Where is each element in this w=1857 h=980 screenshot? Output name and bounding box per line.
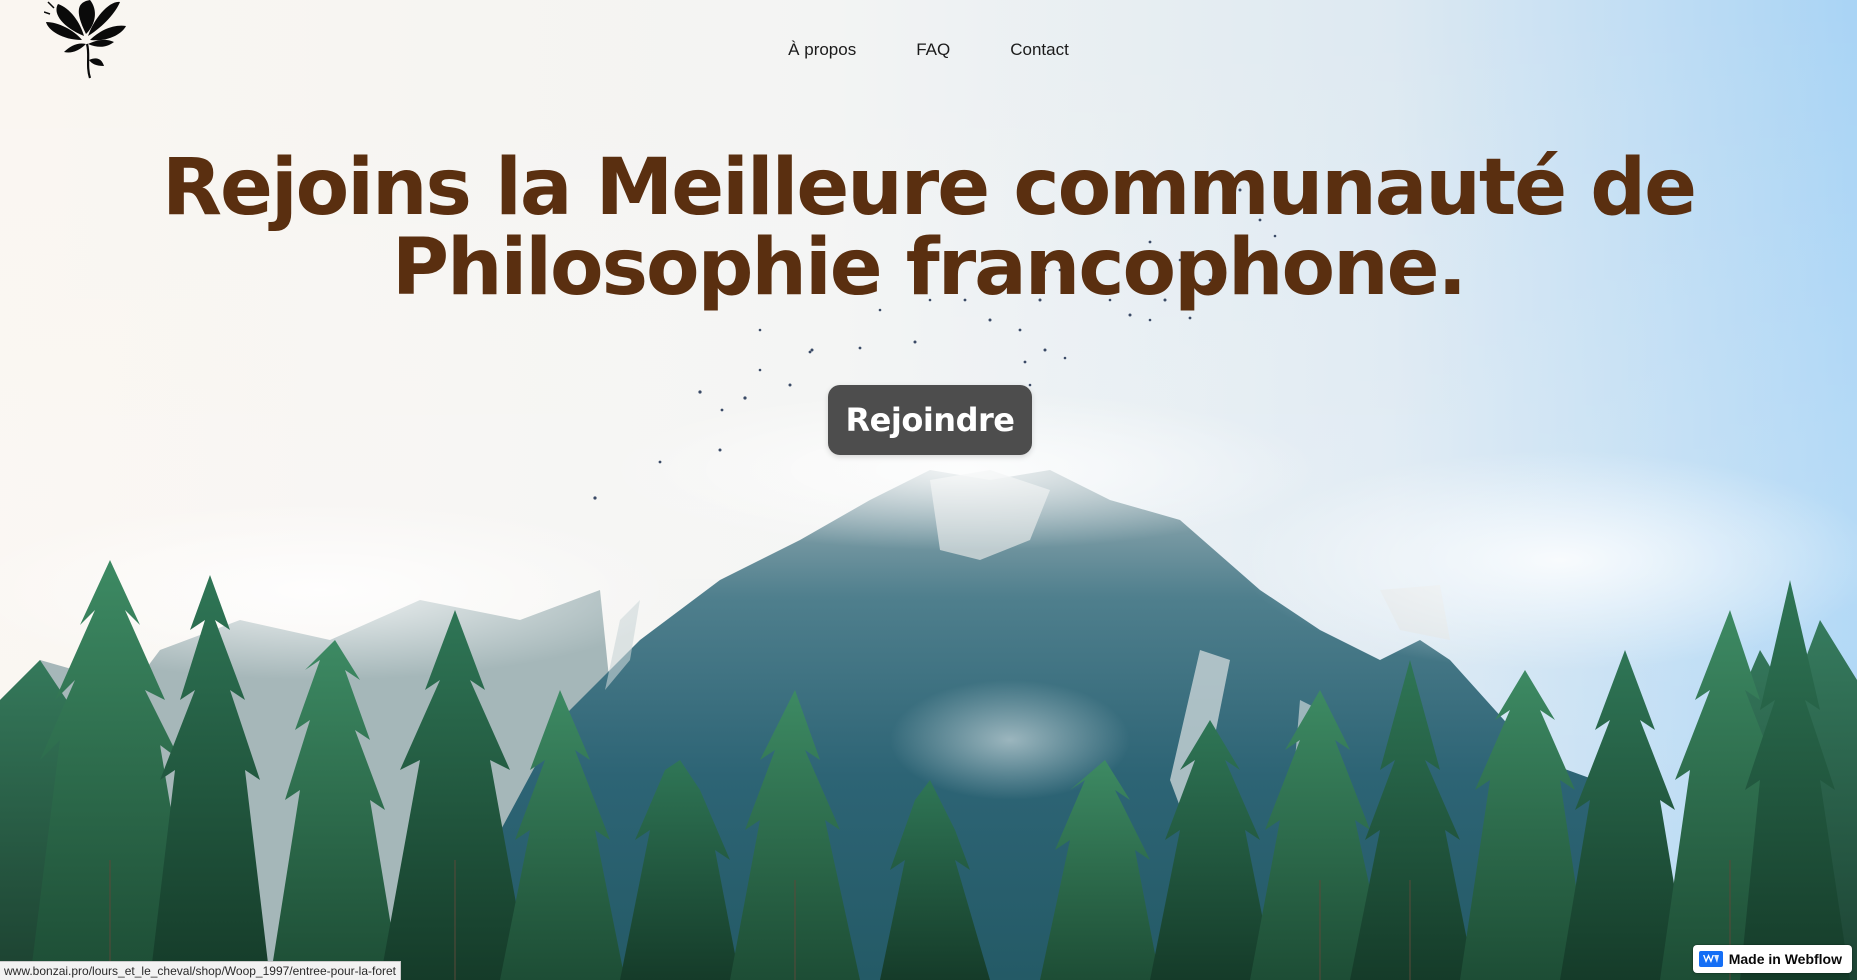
hero-title: Rejoins la Meilleure communauté de Philo… [0, 148, 1857, 308]
join-button[interactable]: Rejoindre [828, 385, 1032, 455]
hero-title-line-1: Rejoins la Meilleure communauté de [161, 143, 1697, 233]
status-bar-url: www.bonzai.pro/lours_et_le_cheval/shop/W… [0, 961, 402, 980]
hero-title-line-2: Philosophie francophone. [391, 223, 1467, 313]
nav-link-a-propos[interactable]: À propos [788, 38, 856, 62]
webflow-logo-icon [1698, 951, 1723, 967]
nav-link-contact[interactable]: Contact [1010, 38, 1069, 62]
made-in-webflow-label: Made in Webflow [1728, 951, 1842, 967]
main-navigation: À propos FAQ Contact [0, 38, 1857, 62]
nav-link-faq[interactable]: FAQ [916, 38, 950, 62]
made-in-webflow-badge[interactable]: Made in Webflow [1692, 945, 1852, 973]
